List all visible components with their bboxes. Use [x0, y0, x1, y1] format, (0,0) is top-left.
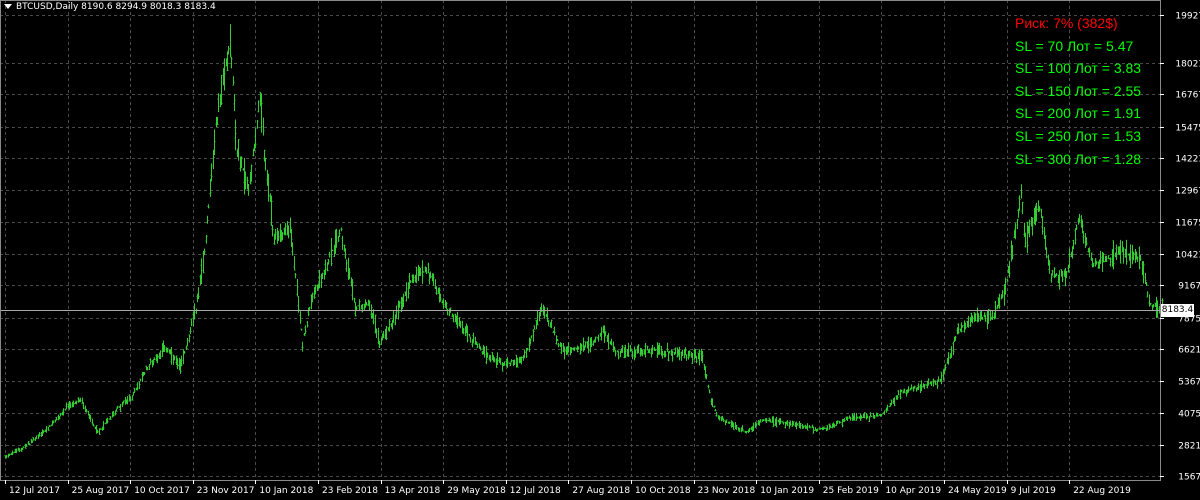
sl-line-300: SL = 300 Лот = 1.28 [1015, 150, 1142, 167]
price-tick-label: 4075.0 [1178, 410, 1200, 420]
sl-line-70: SL = 70 Лот = 5.47 [1015, 37, 1134, 54]
time-tick-label: 12 Jul 2018 [510, 486, 561, 496]
time-tick-label: 24 May 2019 [948, 486, 1007, 496]
price-tick-label: 15475.0 [1175, 124, 1200, 134]
time-tick-label: 23 Feb 2018 [322, 486, 378, 496]
risk-info-panel: Риск: 7% (382$) SL = 70 Лот = 5.47 SL = … [1015, 12, 1141, 170]
time-tick-label: 23 Nov 2018 [698, 486, 756, 496]
symbol-label: BTCUSD,Daily [16, 2, 79, 12]
price-tick-label: 18021.0 [1175, 60, 1200, 70]
time-tick-label: 13 Apr 2018 [385, 486, 441, 496]
price-tick-label: 2821.0 [1178, 442, 1200, 452]
risk-label: Риск: 7% (382$) [1015, 15, 1118, 31]
price-tick-label: 9167.0 [1178, 282, 1200, 292]
time-tick-label: 9 Jul 2019 [1011, 486, 1056, 496]
time-tick-label: 10 Oct 2018 [635, 486, 691, 496]
current-price-tag: 8183.4 [1161, 304, 1194, 317]
time-tick-label: 22 Aug 2019 [1073, 486, 1131, 496]
time-tick-label: 10 Jan 2018 [259, 486, 313, 496]
price-tick-label: 19927.0 [1175, 12, 1200, 22]
sl-line-200: SL = 200 Лот = 1.91 [1015, 105, 1142, 122]
time-tick-label: 27 Aug 2018 [572, 486, 630, 496]
chart-window[interactable]: 19927.0 18021.0 16767.0 15475.0 14221.0 12967… [0, 0, 1200, 500]
time-tick-label: 23 Nov 2017 [197, 486, 255, 496]
time-tick-label: 29 May 2018 [447, 486, 506, 496]
time-tick-label: 12 Jul 2017 [9, 486, 60, 496]
time-tick-label: 10 Jan 2019 [760, 486, 814, 496]
price-tick-label: 11675.0 [1175, 219, 1200, 229]
chart-header: BTCUSD,Daily 8190.6 8294.9 8018.3 8183.4 [4, 2, 216, 12]
sl-line-150: SL = 150 Лот = 2.55 [1015, 82, 1142, 99]
sl-line-100: SL = 100 Лот = 3.83 [1015, 60, 1142, 77]
price-tick-label: 1567.0 [1178, 473, 1200, 483]
ohlc-label: 8190.6 8294.9 8018.3 8183.4 [81, 2, 216, 12]
price-tick-label: 16767.0 [1175, 91, 1200, 101]
price-tick-label: 12967.0 [1175, 187, 1200, 197]
time-tick-label: 10 Oct 2017 [134, 486, 190, 496]
time-tick-label: 25 Aug 2017 [72, 486, 130, 496]
price-tick-label: 6621.0 [1178, 346, 1200, 356]
time-tick-label: 10 Apr 2019 [885, 486, 941, 496]
chevron-down-icon[interactable] [4, 4, 12, 9]
price-tick-label: 5367.0 [1178, 378, 1200, 388]
price-tick-label: 10421.0 [1175, 251, 1200, 261]
price-tick-label: 14221.0 [1175, 155, 1200, 165]
time-tick-label: 25 Feb 2019 [823, 486, 879, 496]
sl-line-250: SL = 250 Лот = 1.53 [1015, 127, 1142, 144]
